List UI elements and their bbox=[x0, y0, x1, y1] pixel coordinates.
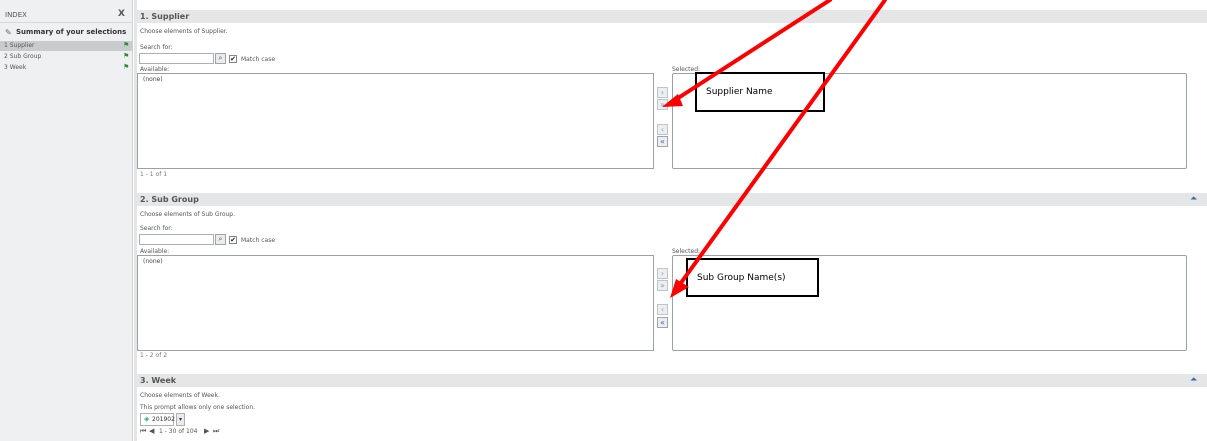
supplier-name-callout: Supplier Name bbox=[695, 72, 825, 112]
section-title: 3. Week bbox=[140, 376, 177, 385]
match-case-checkbox[interactable]: ✔ bbox=[229, 55, 237, 63]
sidebar-item-label: 2 Sub Group bbox=[4, 53, 42, 60]
flag-icon: ⚑ bbox=[123, 63, 130, 71]
supplier-count: 1 - 1 of 1 bbox=[140, 171, 168, 178]
search-icon[interactable]: ⌕ bbox=[215, 53, 226, 64]
subgroup-count: 1 - 2 of 2 bbox=[140, 352, 168, 359]
list-item[interactable]: (none) bbox=[143, 76, 163, 83]
supplier-section-header: 1. Supplier bbox=[137, 10, 1207, 23]
add-icon[interactable]: › bbox=[657, 268, 668, 279]
sidebar-item-week[interactable]: 3 Week ⚑ bbox=[0, 63, 133, 73]
flag-icon: ⚑ bbox=[123, 52, 130, 60]
first-page-icon[interactable]: ⏮ bbox=[140, 427, 146, 436]
week-value: 201902 bbox=[152, 416, 175, 423]
summary-link[interactable]: ✎ Summary of your selections bbox=[0, 26, 133, 40]
search-icon[interactable]: ⌕ bbox=[215, 234, 226, 245]
remove-all-icon[interactable]: « bbox=[657, 317, 668, 328]
pencil-icon: ✎ bbox=[5, 28, 12, 37]
close-icon[interactable]: X bbox=[118, 9, 125, 19]
add-all-icon[interactable]: » bbox=[657, 280, 668, 291]
index-sidebar: INDEX X ✎ Summary of your selections 1 S… bbox=[0, 0, 133, 441]
diamond-icon: ◈ bbox=[144, 415, 150, 423]
flag-icon: ⚑ bbox=[123, 41, 130, 49]
collapse-icon[interactable]: ⏶ bbox=[1190, 375, 1197, 385]
week-note: This prompt allows only one selection. bbox=[140, 404, 256, 411]
remove-icon[interactable]: ‹ bbox=[657, 124, 668, 135]
sidebar-item-sub-group[interactable]: 2 Sub Group ⚑ bbox=[0, 52, 133, 62]
week-section-header: 3. Week ⏶ bbox=[137, 374, 1207, 387]
last-page-icon[interactable]: ⏭ bbox=[213, 427, 219, 436]
supplier-search-input[interactable] bbox=[139, 53, 214, 64]
prompt-area: 1. Supplier Choose elements of Supplier.… bbox=[137, 0, 1207, 441]
subgroup-search-input[interactable] bbox=[139, 234, 214, 245]
subgroup-name-callout: Sub Group Name(s) bbox=[686, 258, 819, 297]
previous-page-icon[interactable]: ◀ bbox=[149, 427, 154, 435]
supplier-available-list[interactable]: (none) bbox=[137, 73, 654, 169]
subgroup-section-header: 2. Sub Group ⏶ bbox=[137, 193, 1207, 206]
pager-count: 1 - 30 of 104 bbox=[159, 428, 198, 435]
subgroup-instruction: Choose elements of Sub Group. bbox=[140, 211, 236, 218]
sidebar-title: INDEX bbox=[5, 11, 27, 19]
search-label: Search for: bbox=[140, 44, 173, 51]
next-page-icon[interactable]: ▶ bbox=[204, 427, 209, 435]
sidebar-item-label: 3 Week bbox=[4, 64, 27, 71]
selected-label: Selected: bbox=[672, 248, 701, 255]
add-icon[interactable]: › bbox=[657, 87, 668, 98]
search-label: Search for: bbox=[140, 225, 173, 232]
sidebar-item-label: 1 Supplier bbox=[4, 42, 35, 49]
callout-label: Sub Group Name(s) bbox=[697, 273, 786, 283]
sidebar-header: INDEX X bbox=[0, 9, 133, 23]
match-case-label: Match case bbox=[241, 56, 276, 63]
match-case-checkbox[interactable]: ✔ bbox=[229, 236, 237, 244]
callout-label: Supplier Name bbox=[706, 87, 773, 97]
available-label: Available: bbox=[140, 248, 170, 255]
section-title: 1. Supplier bbox=[140, 12, 190, 21]
sidebar-item-supplier[interactable]: 1 Supplier ⚑ bbox=[0, 41, 133, 51]
add-all-icon[interactable]: » bbox=[657, 99, 668, 110]
section-title: 2. Sub Group bbox=[140, 195, 199, 204]
summary-label: Summary of your selections bbox=[16, 28, 127, 36]
available-label: Available: bbox=[140, 66, 170, 73]
list-item[interactable]: (none) bbox=[143, 258, 163, 265]
supplier-instruction: Choose elements of Supplier. bbox=[140, 28, 228, 35]
remove-icon[interactable]: ‹ bbox=[657, 304, 668, 315]
remove-all-icon[interactable]: « bbox=[657, 136, 668, 147]
match-case-label: Match case bbox=[241, 237, 276, 244]
week-select[interactable]: ◈ 201902 bbox=[140, 413, 175, 426]
week-instruction: Choose elements of Week. bbox=[140, 392, 220, 399]
chevron-down-icon[interactable]: ▾ bbox=[176, 413, 185, 426]
subgroup-available-list[interactable]: (none) bbox=[137, 255, 654, 351]
collapse-icon[interactable]: ⏶ bbox=[1190, 194, 1197, 204]
